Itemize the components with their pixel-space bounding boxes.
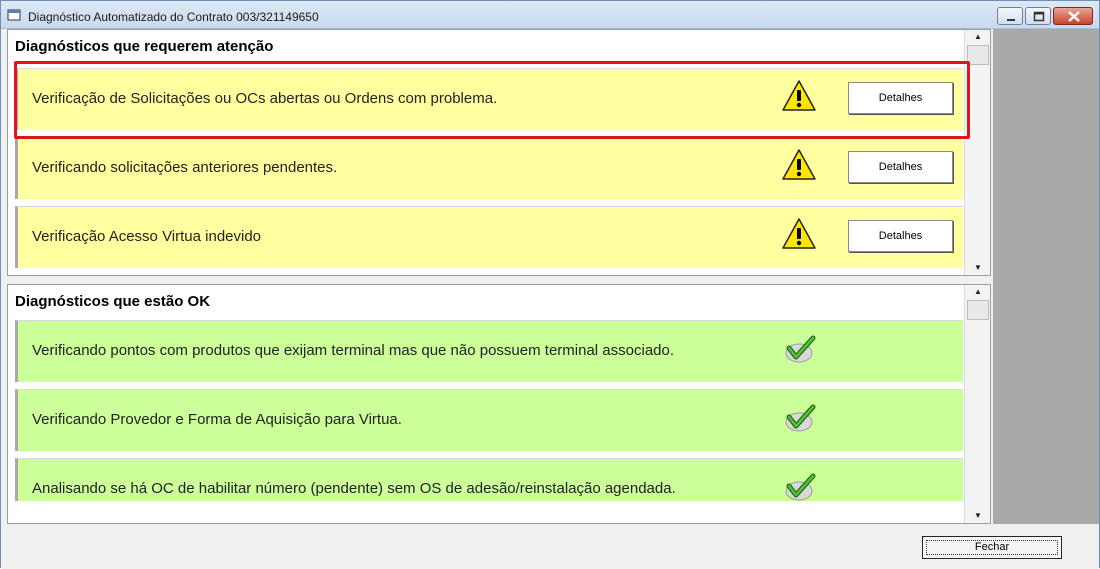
minimize-button[interactable] xyxy=(997,7,1023,25)
warning-icon xyxy=(782,218,816,249)
scroll-down-arrow-icon[interactable]: ▼ xyxy=(965,509,990,523)
close-icon xyxy=(1068,11,1080,22)
close-window-button[interactable] xyxy=(1053,7,1093,25)
attention-row-text: Verificação Acesso Virtua indevido xyxy=(32,228,262,245)
empty-area xyxy=(993,29,1099,524)
attention-row-text: Verificando solicitações anteriores pend… xyxy=(32,159,338,176)
details-button[interactable]: Detalhes xyxy=(848,220,953,252)
window-title: Diagnóstico Automatizado do Contrato 003… xyxy=(28,10,319,24)
checkmark-icon xyxy=(785,404,816,432)
diagnostic-window: Diagnóstico Automatizado do Contrato 003… xyxy=(0,0,1100,569)
focus-rectangle xyxy=(926,540,1058,555)
ok-row: Analisando se há OC de habilitar número … xyxy=(15,458,963,501)
scroll-thumb[interactable] xyxy=(967,45,989,65)
warning-icon xyxy=(782,149,816,180)
maximize-icon xyxy=(1033,11,1045,22)
app-icon xyxy=(7,9,21,21)
close-button[interactable]: Fechar xyxy=(922,536,1062,559)
attention-row: Verificação de Solicitações ou OCs abert… xyxy=(15,68,963,130)
attention-row: Verificação Acesso Virtua indevido Detal… xyxy=(15,206,963,268)
maximize-button[interactable] xyxy=(1025,7,1051,25)
checkmark-icon xyxy=(785,335,816,363)
ok-panel: Diagnósticos que estão OK Verificando po… xyxy=(7,284,991,524)
title-bar[interactable]: Diagnóstico Automatizado do Contrato 003… xyxy=(1,1,1099,29)
scroll-down-arrow-icon[interactable]: ▼ xyxy=(965,261,990,275)
attention-panel: Diagnósticos que requerem atenção Verifi… xyxy=(7,29,991,276)
details-button[interactable]: Detalhes xyxy=(848,82,953,114)
scroll-thumb[interactable] xyxy=(967,300,989,320)
ok-row: Verificando Provedor e Forma de Aquisiçã… xyxy=(15,389,963,451)
details-button[interactable]: Detalhes xyxy=(848,151,953,183)
ok-scrollbar[interactable]: ▲ ▼ xyxy=(964,285,990,523)
checkmark-icon xyxy=(785,473,816,501)
ok-row-text: Verificando pontos com produtos que exij… xyxy=(32,342,675,359)
ok-row: Verificando pontos com produtos que exij… xyxy=(15,320,963,382)
scroll-up-arrow-icon[interactable]: ▲ xyxy=(965,285,990,299)
ok-section-title: Diagnósticos que estão OK xyxy=(15,293,211,310)
attention-section-title: Diagnósticos que requerem atenção xyxy=(15,38,274,55)
warning-icon xyxy=(782,80,816,111)
ok-row-text: Verificando Provedor e Forma de Aquisiçã… xyxy=(32,411,402,428)
scroll-up-arrow-icon[interactable]: ▲ xyxy=(965,30,990,44)
attention-scrollbar[interactable]: ▲ ▼ xyxy=(964,30,990,275)
minimize-icon xyxy=(1007,19,1015,21)
attention-row: Verificando solicitações anteriores pend… xyxy=(15,137,963,199)
ok-row-text: Analisando se há OC de habilitar número … xyxy=(32,480,676,497)
attention-row-text: Verificação de Solicitações ou OCs abert… xyxy=(32,90,498,107)
